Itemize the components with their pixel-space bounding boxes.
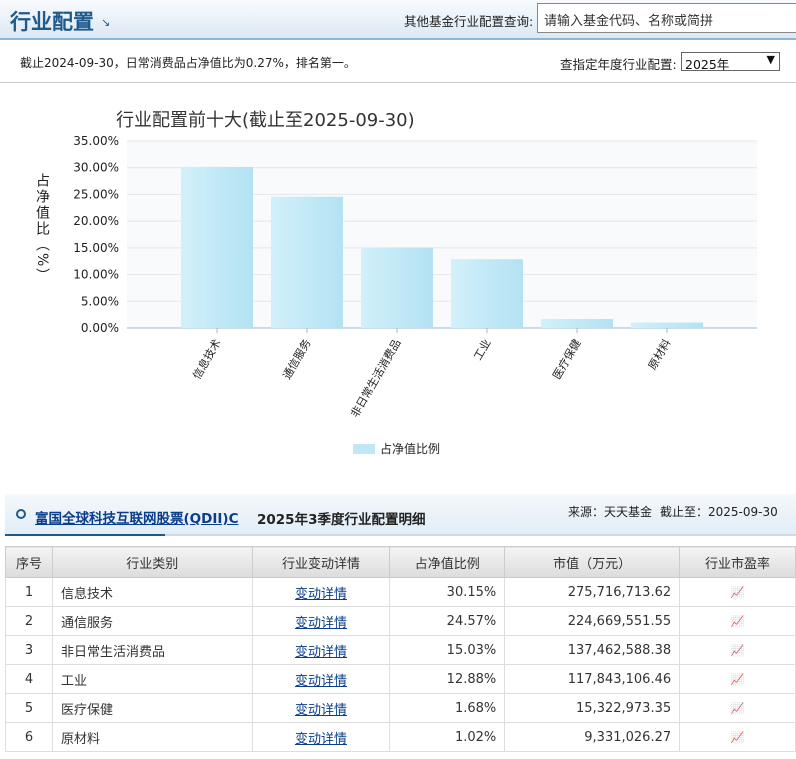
y-axis-label: 占净值比（%） [34,173,50,285]
industry-name: 信息技术 [51,577,253,607]
year-select-value: 2025年 [685,57,730,72]
net-value-ratio: 1.02% [389,722,506,752]
section-header: 富国全球科技互联网股票(QDII)C 2025年3季度行业配置明细 来源：天天基… [5,494,796,536]
y-tick-label: 5.00% [81,294,119,308]
table-row: 4 工业 变动详情 12.88% 117,843,106.46 📈 [5,664,796,694]
pe-chart-icon[interactable]: 📈 [731,702,745,715]
table-row: 6 原材料 变动详情 1.02% 9,331,026.27 📈 [5,722,796,752]
net-value-ratio: 12.88% [389,664,506,694]
x-tick-label: 原材料 [645,337,674,373]
market-value: 224,669,551.55 [504,606,681,636]
table-row: 3 非日常生活消费品 变动详情 15.03% 137,462,588.38 📈 [5,635,796,665]
net-value-ratio: 30.15% [389,577,506,607]
change-detail-link[interactable]: 变动详情 [295,645,347,660]
y-tick-label: 0.00% [81,321,119,335]
y-tick-label: 25.00% [73,187,119,201]
y-tick-label: 15.00% [73,241,119,255]
change-detail-link[interactable]: 变动详情 [295,703,347,718]
change-detail-link[interactable]: 变动详情 [295,616,347,631]
column-header: 行业类别 [51,546,253,578]
table-row: 1 信息技术 变动详情 30.15% 275,716,713.62 📈 [5,577,796,607]
bar-非日常生活消费品[interactable] [361,247,433,328]
market-value: 117,843,106.46 [504,664,681,694]
fund-search-input[interactable]: 请输入基金代码、名称或简拼 [537,3,796,33]
summary-note: 截止2024-09-30，日常消费品占净值比为0.27%，排名第一。 [20,56,356,70]
row-number: 4 [5,664,53,694]
date-text: 截止至：2025-09-30 [660,505,778,519]
circle-icon [16,509,26,519]
row-number: 6 [5,722,53,752]
bar-信息技术[interactable] [181,166,253,328]
net-value-ratio: 1.68% [389,693,506,723]
industry-name: 医疗保健 [51,693,253,723]
column-header: 市值（万元） [504,546,681,578]
x-tick-label: 工业 [471,337,493,363]
column-header: 行业市盈率 [679,546,796,578]
page-title: 行业配置 [10,10,94,34]
row-number: 3 [5,635,53,665]
chevron-down-icon: ▼ [766,53,775,66]
pe-chart-icon[interactable]: 📈 [731,615,745,628]
change-detail-link[interactable]: 变动详情 [295,587,347,602]
bar-通信服务[interactable] [271,196,343,328]
market-value: 275,716,713.62 [504,577,681,607]
pe-chart-icon[interactable]: 📈 [731,673,745,686]
year-select-label: 查指定年度行业配置: [560,57,677,72]
x-tick-label: 信息技术 [189,337,223,382]
source-text: 来源：天天基金 [568,505,653,519]
bar-chart: 行业配置前十大(截止至2025-09-30) 0.00% 5.00% 10.00% 1… [73,110,757,456]
row-number: 2 [5,606,53,636]
market-value: 15,322,973.35 [504,693,681,723]
x-tick-label: 医疗保健 [549,337,583,382]
fund-name-link[interactable]: 富国全球科技互联网股票(QDII)C [35,507,238,527]
section-title: 2025年3季度行业配置明细 [257,512,426,528]
table-row: 2 通信服务 变动详情 24.57% 224,669,551.55 📈 [5,606,796,636]
allocation-table: 序号 行业类别 行业变动详情 占净值比例 市值（万元） 行业市盈率 1 信息技术 变动详情… [5,546,796,752]
y-tick-label: 30.00% [73,161,119,175]
bar-工业[interactable] [451,259,523,328]
legend-label[interactable]: 占净值比例 [380,441,440,456]
year-select[interactable]: 2025年 ▼ [681,52,780,72]
expand-arrow-icon[interactable]: ↘ [101,16,110,29]
net-value-ratio: 24.57% [389,606,506,636]
industry-name: 工业 [51,664,253,694]
header-bar: 行业配置 ↘ 其他基金行业配置查询: 请输入基金代码、名称或简拼 [0,0,796,40]
column-header: 占净值比例 [389,546,506,578]
y-tick-label: 20.00% [73,214,119,228]
net-value-ratio: 15.03% [389,635,506,665]
bar-原材料[interactable] [631,322,703,328]
pe-chart-icon[interactable]: 📈 [731,586,745,599]
market-value: 137,462,588.38 [504,635,681,665]
legend-swatch [353,444,375,454]
pe-chart-icon[interactable]: 📈 [731,644,745,657]
chart-title: 行业配置前十大(截止至2025-09-30) [116,110,415,131]
change-detail-link[interactable]: 变动详情 [295,674,347,689]
column-header: 序号 [5,546,53,578]
market-value: 9,331,026.27 [504,722,681,752]
x-tick-label: 通信服务 [280,337,313,382]
industry-name: 非日常生活消费品 [51,635,253,665]
pe-chart-icon[interactable]: 📈 [731,731,745,744]
industry-name: 通信服务 [51,606,253,636]
y-tick-label: 35.00% [73,134,119,148]
column-header: 行业变动详情 [251,546,391,578]
change-detail-link[interactable]: 变动详情 [295,732,347,747]
table-row: 5 医疗保健 变动详情 1.68% 15,322,973.35 📈 [5,693,796,723]
y-tick-label: 10.00% [73,268,119,282]
row-number: 5 [5,693,53,723]
industry-name: 原材料 [51,722,253,752]
query-label: 其他基金行业配置查询: [404,14,534,29]
x-tick-label: 非日常生活消费品 [347,337,403,420]
row-number: 1 [5,577,53,607]
chart-container: 行业配置前十大(截止至2025-09-30) 0.00% 5.00% 10.00% 1… [0,82,796,482]
bar-医疗保健[interactable] [541,319,613,328]
